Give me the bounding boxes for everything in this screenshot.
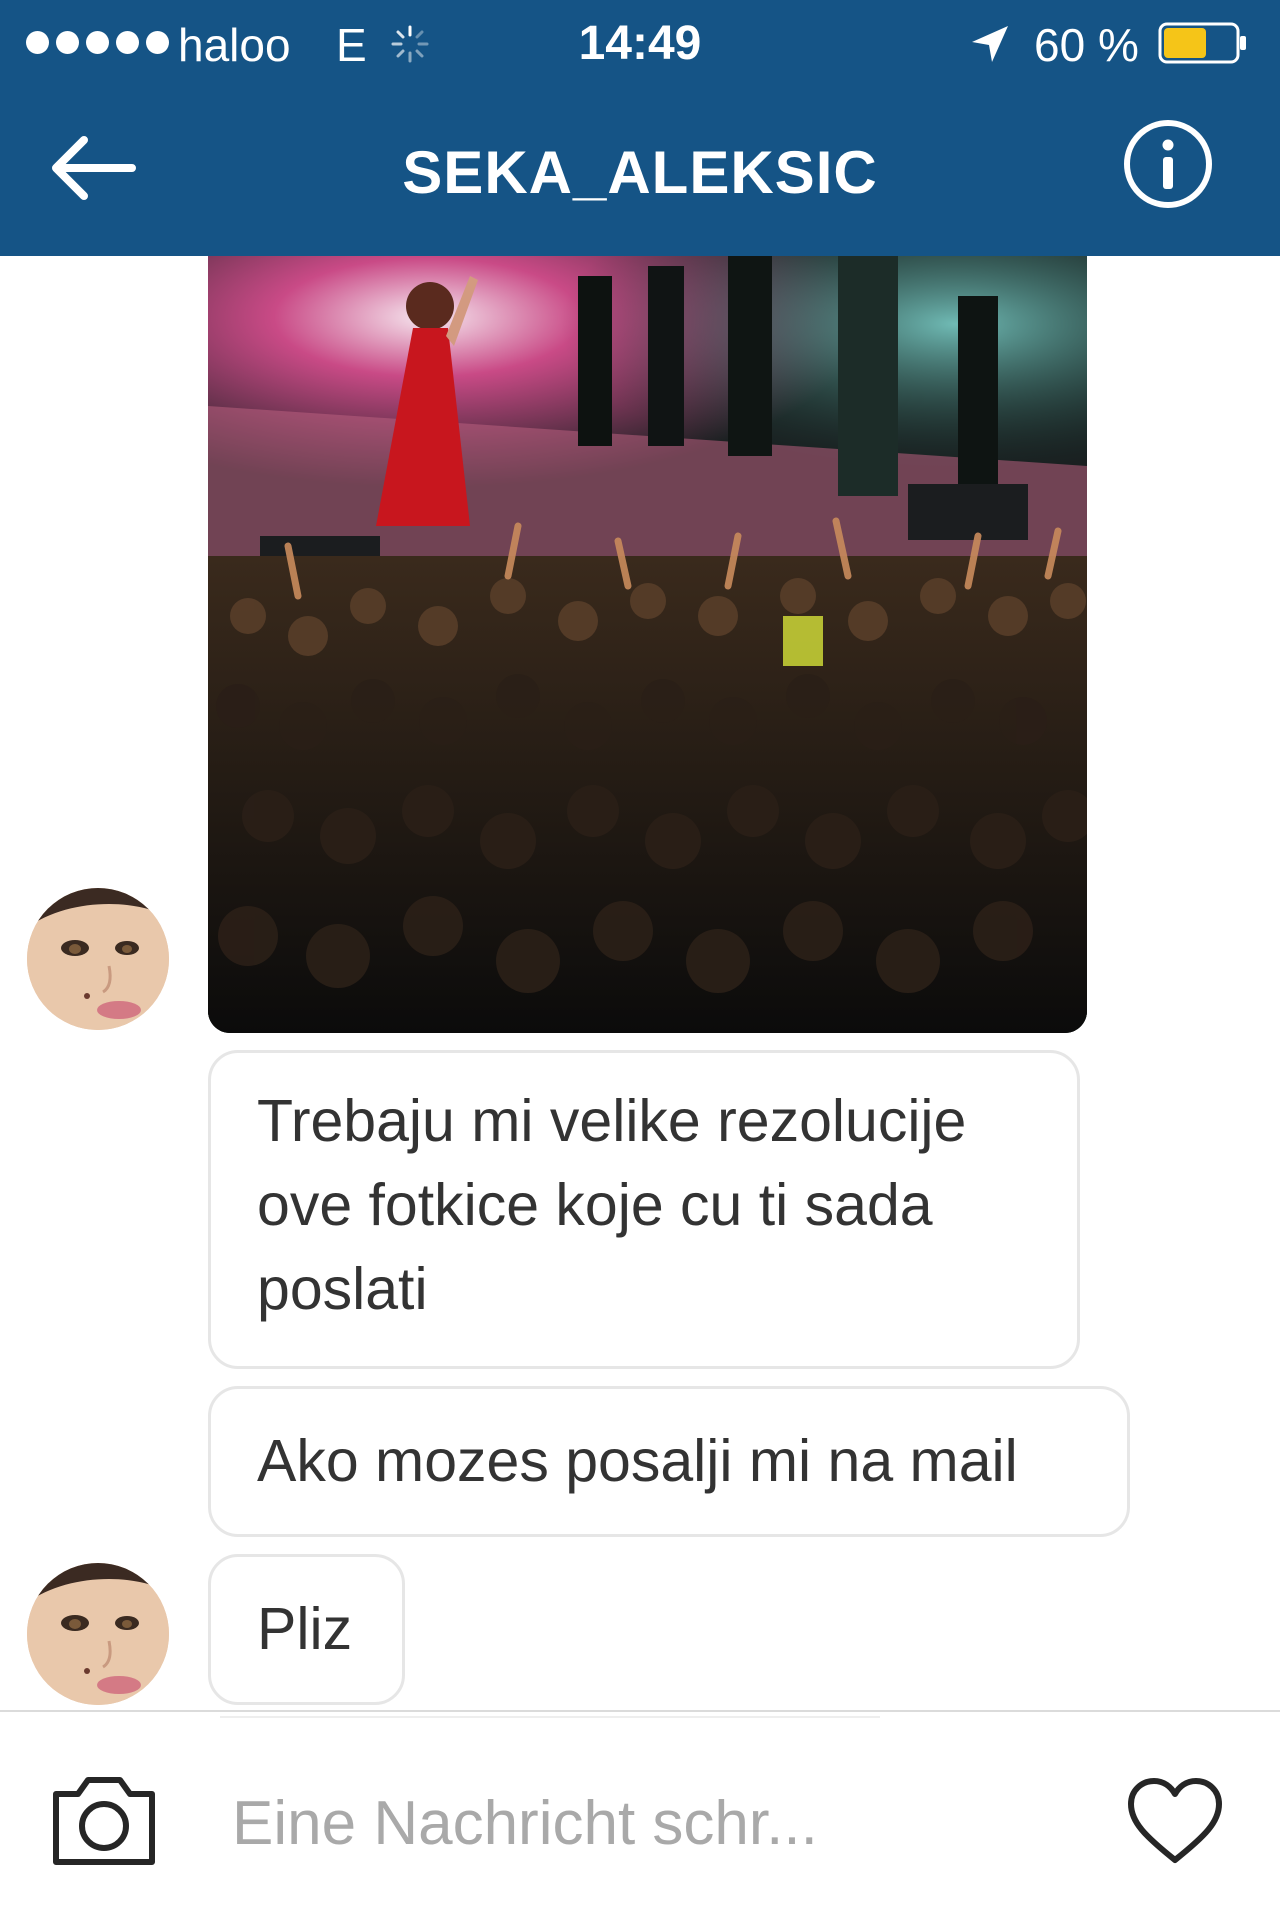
message-bubble[interactable]: Ako mozes posalji mi na mail [208,1386,1130,1537]
heart-icon[interactable] [1125,1776,1225,1868]
message-composer [0,1710,1280,1922]
conversation-title: SEKA_ALEKSIC [402,139,878,206]
battery-percent: 60 % [1034,19,1139,71]
message-bubble[interactable]: Trebaju mi velike rezolucije ove fotkice… [208,1050,1080,1369]
camera-icon[interactable] [48,1770,160,1870]
avatar[interactable] [27,888,169,1030]
status-bar: haloo E 14:49 60 % [0,0,1280,90]
message-input[interactable] [232,1778,1072,1868]
divider [220,1716,880,1718]
concert-photo [208,256,1087,1033]
location-arrow-icon [972,26,1008,62]
message-bubble[interactable]: Pliz [208,1554,405,1705]
info-icon[interactable] [1122,118,1214,210]
photo-message[interactable] [208,256,1087,1033]
avatar[interactable] [27,1563,169,1705]
app-header: haloo E 14:49 60 % SEKA_ALEKSIC [0,0,1280,256]
user-avatar-image [27,888,169,1030]
battery-icon [1158,22,1246,64]
user-avatar-image [27,1563,169,1705]
